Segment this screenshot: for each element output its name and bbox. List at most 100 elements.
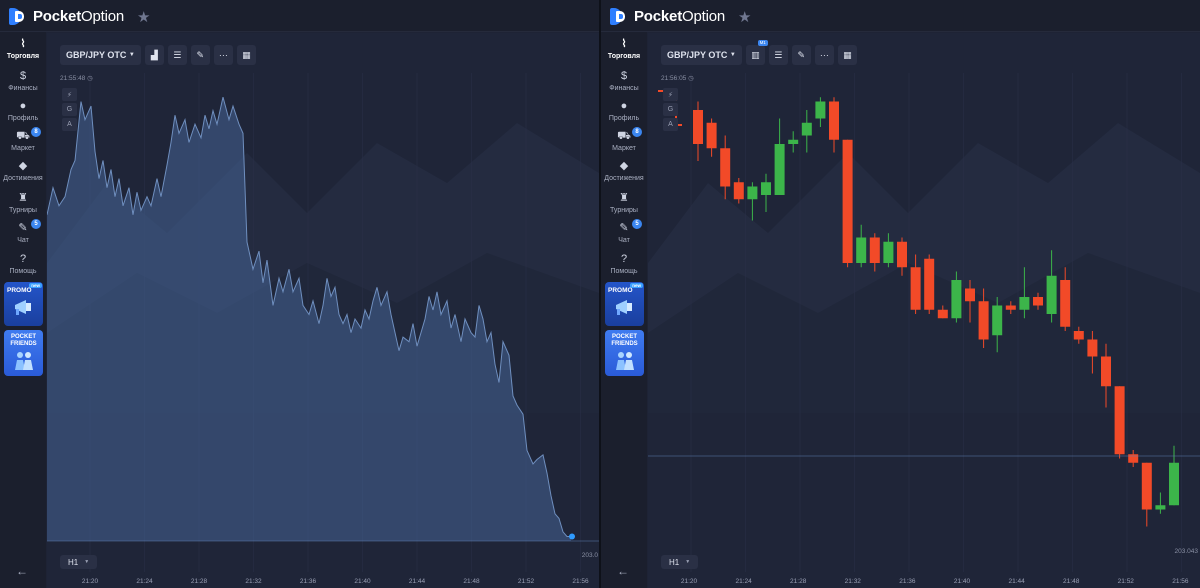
pocket-friends-card[interactable]: POCKET FRIENDS: [605, 330, 644, 376]
candle-body: [869, 237, 880, 263]
candle-body: [842, 139, 853, 263]
friends-people-icon: [616, 352, 634, 370]
sidebar-item-5[interactable]: ◆ Достижения: [601, 160, 647, 182]
pocket-friends-card[interactable]: POCKET FRIENDS: [4, 330, 43, 376]
chevron-down-icon: ▼: [84, 559, 90, 565]
chart-line-icon: ⌇: [20, 38, 26, 50]
timeframe-button[interactable]: H1 ▼: [661, 555, 698, 569]
collapse-arrow-icon[interactable]: ←: [617, 564, 629, 578]
candle-body: [937, 309, 948, 319]
sidebar-item-label: Торговля: [607, 53, 641, 60]
x-tick-label: 21:44: [1008, 578, 1025, 585]
sidebar-item-label: Чат: [17, 237, 29, 244]
header-bar: PocketOption ★: [0, 0, 599, 32]
sidebar-item-1[interactable]: ⌇ Торговля: [0, 38, 46, 60]
indicators-button[interactable]: ☰: [167, 45, 187, 65]
diamond-icon: ◆: [18, 160, 28, 172]
friends-line-2: FRIENDS: [10, 341, 37, 347]
layout-button[interactable]: ▦: [837, 45, 857, 65]
candle-body: [815, 101, 826, 119]
drawtool-g[interactable]: G: [663, 103, 678, 116]
asset-selector[interactable]: GBP/JPY OTC ▼: [60, 45, 141, 65]
sidebar-item-label: Торговля: [6, 53, 40, 60]
timeframe-button[interactable]: H1 ▼: [60, 555, 97, 569]
header-bar: PocketOption ★: [601, 0, 1200, 32]
candle-body: [774, 144, 785, 195]
sliders-icon: ☰: [173, 49, 182, 60]
chart-area[interactable]: GBP/JPY OTC ▼ ▟ ☰ ✎ ··· ▦ 21:55:48 ◷ ⚡ G…: [47, 33, 599, 588]
sidebar-item-label: Маркет: [612, 145, 636, 152]
brand-logo[interactable]: PocketOption: [610, 7, 725, 25]
sidebar-item-5[interactable]: ◆ Достижения: [0, 160, 46, 182]
help-icon: ?: [620, 253, 628, 265]
sidebar-item-3[interactable]: ● Профиль: [601, 100, 647, 122]
grid-icon: ▦: [843, 49, 852, 60]
sidebar-item-8[interactable]: ? Помощь: [601, 253, 647, 275]
indicator-badge: M1: [757, 40, 768, 46]
drawtool-a[interactable]: A: [663, 118, 678, 131]
diamond-icon: ◆: [619, 160, 629, 172]
layout-button[interactable]: ▦: [236, 45, 256, 65]
user-icon: ●: [620, 100, 628, 112]
drawing-button[interactable]: ✎: [190, 45, 210, 65]
sidebar-item-label: Турниры: [610, 207, 638, 214]
x-tick-label: 21:20: [81, 578, 99, 585]
drawtool-a[interactable]: A: [62, 118, 77, 131]
candle: [1114, 386, 1125, 459]
magnet-tool-icon[interactable]: ⚡: [663, 88, 678, 101]
promo-card[interactable]: PROMO new: [4, 282, 43, 326]
sidebar-item-2[interactable]: $ Финансы: [601, 70, 647, 92]
sidebar-item-2[interactable]: $ Финансы: [0, 70, 46, 92]
magnet-tool-icon[interactable]: ⚡: [62, 88, 77, 101]
candle-body: [788, 139, 799, 144]
sidebar-item-7[interactable]: ✎ Чат 5: [0, 219, 46, 244]
collapse-arrow-icon[interactable]: ←: [16, 564, 28, 578]
timestamp-value: 21:56:05: [661, 75, 687, 82]
sidebar-item-6[interactable]: ♜ Турниры: [0, 192, 46, 214]
timestamp-label: 21:56:05 ◷: [661, 74, 694, 82]
candle-body: [1019, 297, 1030, 310]
notification-badge: 5: [31, 219, 41, 229]
x-tick-label: 21:44: [408, 578, 426, 585]
sidebar-item-8[interactable]: ? Помощь: [0, 253, 46, 275]
chart-type-button[interactable]: ▟: [144, 45, 164, 65]
friends-line-1: POCKET: [10, 334, 36, 340]
drawtool-g[interactable]: G: [62, 103, 77, 116]
indicators-button[interactable]: ☰: [768, 45, 788, 65]
sidebar-item-7[interactable]: ✎ Чат 5: [601, 219, 647, 244]
favorite-star-icon[interactable]: ★: [137, 8, 150, 26]
chart-type-button[interactable]: ▥ M1: [745, 40, 768, 65]
notification-badge: 8: [31, 127, 41, 137]
screen: PocketOption ★ ⌇ Торговля $ Финансы ● Профиль…: [0, 0, 1200, 588]
favorite-star-icon[interactable]: ★: [738, 8, 751, 26]
brand-logo[interactable]: PocketOption: [9, 7, 124, 25]
sidebar-item-4[interactable]: ⛟ Маркет 8: [601, 127, 647, 152]
logo-icon: [610, 7, 630, 25]
candle-body: [1101, 356, 1111, 387]
sidebar-item-3[interactable]: ● Профиль: [0, 100, 46, 122]
sidebar-item-4[interactable]: ⛟ Маркет 8: [0, 127, 46, 152]
asset-selector[interactable]: GBP/JPY OTC ▼: [661, 45, 742, 65]
help-icon: ?: [19, 253, 27, 265]
chart-toolbar: GBP/JPY OTC ▼ ▟ ☰ ✎ ··· ▦: [60, 45, 256, 65]
drawing-button[interactable]: ✎: [791, 45, 811, 65]
candle: [842, 139, 853, 268]
sidebar-item-6[interactable]: ♜ Турниры: [601, 192, 647, 214]
promo-card[interactable]: PROMO new: [605, 282, 644, 326]
x-tick-label: 21:48: [463, 578, 480, 585]
candle-body: [897, 241, 907, 268]
candle-body: [883, 241, 894, 263]
chart-area[interactable]: GBP/JPY OTC ▼ ▥ M1 ☰ ✎ ··· ▦ 21:56:05 ◷ ⚡…: [648, 33, 1200, 588]
sidebar-item-label: Помощь: [610, 268, 638, 275]
candle-body: [761, 182, 771, 195]
sidebar-item-label: Чат: [618, 237, 630, 244]
sidebar-item-1[interactable]: ⌇ Торговля: [601, 38, 647, 60]
friends-line-2: FRIENDS: [611, 341, 638, 347]
candle-body: [747, 186, 758, 200]
chevron-down-icon: ▼: [729, 52, 736, 58]
notification-badge: 8: [632, 127, 642, 137]
more-button[interactable]: ···: [213, 45, 233, 65]
candle-body: [1155, 505, 1166, 510]
megaphone-icon: [616, 300, 632, 315]
more-button[interactable]: ···: [814, 45, 834, 65]
